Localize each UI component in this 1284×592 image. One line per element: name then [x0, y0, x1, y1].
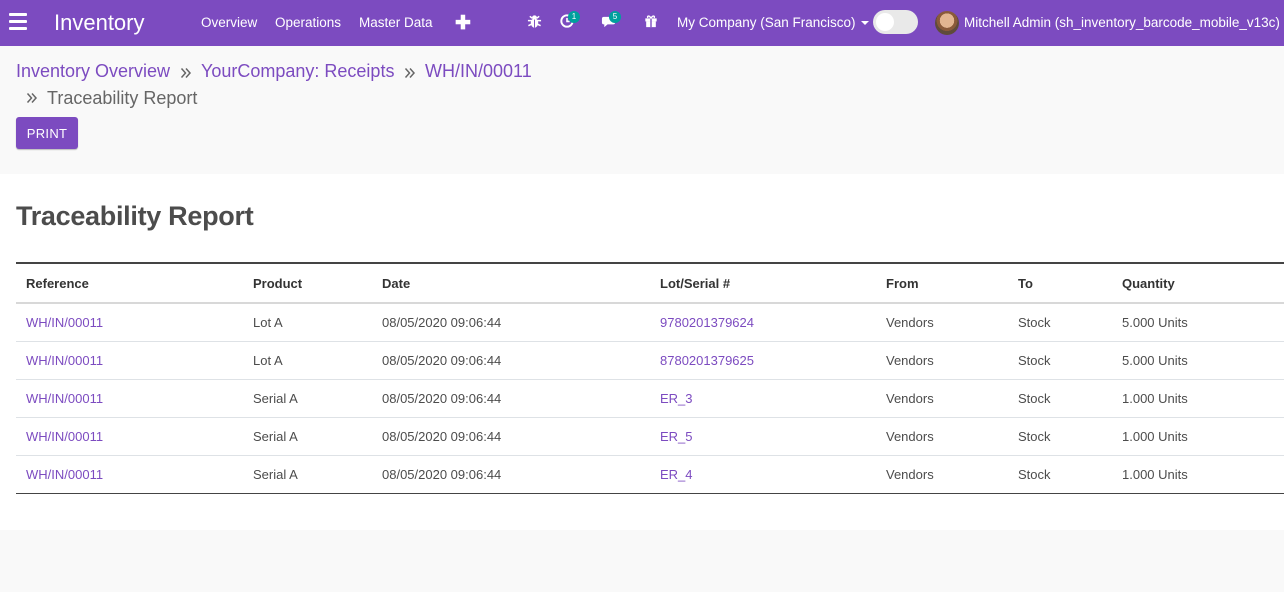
date-cell: 08/05/2020 09:06:44: [382, 390, 502, 406]
toggle-knob: [876, 13, 894, 31]
top-navbar: Inventory Overview Operations Master Dat…: [0, 0, 1284, 46]
menu-operations[interactable]: Operations: [275, 15, 341, 30]
app-name[interactable]: Inventory: [54, 10, 145, 36]
company-name: My Company (San Francisco): [677, 15, 856, 30]
quantity-cell: 1.000 Units: [1122, 390, 1188, 406]
product-cell: Serial A: [253, 466, 298, 482]
to-location-cell: Stock: [1018, 314, 1051, 330]
reference-link[interactable]: WH/IN/00011: [26, 315, 103, 330]
table-header-row: Reference Product Date Lot/Serial # From…: [16, 263, 1284, 303]
gift-icon[interactable]: [644, 14, 660, 30]
lot-serial-link[interactable]: 9780201379624: [660, 315, 754, 330]
table-row: WH/IN/00011 Serial A 08/05/2020 09:06:44…: [16, 417, 1284, 455]
messages-badge: 5: [609, 11, 621, 23]
product-cell: Serial A: [253, 428, 298, 444]
breadcrumb-current: Traceability Report: [47, 88, 198, 108]
menu-master-data[interactable]: Master Data: [359, 15, 433, 30]
messages-chat-icon[interactable]: 5: [601, 11, 621, 30]
product-cell: Lot A: [253, 314, 283, 330]
plus-icon[interactable]: ✚: [455, 12, 471, 35]
to-location-cell: Stock: [1018, 352, 1051, 368]
mode-toggle-switch[interactable]: [873, 10, 918, 34]
column-header-to: To: [1018, 275, 1033, 291]
breadcrumb-picking[interactable]: WH/IN/00011: [425, 61, 532, 82]
from-location-cell: Vendors: [886, 352, 934, 368]
to-location-cell: Stock: [1018, 390, 1051, 406]
control-panel: Inventory Overview YourCompany: Receipts…: [0, 46, 1284, 158]
breadcrumb-receipts[interactable]: YourCompany: Receipts: [201, 61, 394, 82]
date-cell: 08/05/2020 09:06:44: [382, 466, 502, 482]
column-header-product: Product: [253, 275, 303, 291]
activity-badge: 1: [568, 11, 580, 23]
lot-serial-link[interactable]: ER_4: [660, 467, 693, 482]
menu-overview[interactable]: Overview: [201, 15, 257, 30]
angle-double-right-icon: [26, 93, 38, 103]
from-location-cell: Vendors: [886, 428, 934, 444]
activity-clock-icon[interactable]: 1: [560, 11, 580, 30]
reference-link[interactable]: WH/IN/00011: [26, 429, 103, 444]
to-location-cell: Stock: [1018, 428, 1051, 444]
traceability-table: Reference Product Date Lot/Serial # From…: [16, 262, 1284, 494]
column-header-from: From: [886, 275, 919, 291]
table-row: WH/IN/00011 Lot A 08/05/2020 09:06:44 97…: [16, 303, 1284, 341]
table-row: WH/IN/00011 Serial A 08/05/2020 09:06:44…: [16, 379, 1284, 417]
breadcrumb-inventory-overview[interactable]: Inventory Overview: [16, 61, 170, 82]
lot-serial-link[interactable]: ER_3: [660, 391, 693, 406]
column-header-reference: Reference: [26, 275, 89, 291]
print-button[interactable]: PRINT: [16, 117, 78, 149]
from-location-cell: Vendors: [886, 314, 934, 330]
table-row: WH/IN/00011 Serial A 08/05/2020 09:06:44…: [16, 455, 1284, 493]
company-switcher[interactable]: My Company (San Francisco): [677, 15, 869, 30]
date-cell: 08/05/2020 09:06:44: [382, 428, 502, 444]
report-title: Traceability Report: [16, 201, 254, 231]
column-header-date: Date: [382, 275, 411, 291]
column-header-quantity: Quantity: [1122, 275, 1175, 291]
table-row: WH/IN/00011 Lot A 08/05/2020 09:06:44 87…: [16, 341, 1284, 379]
reference-link[interactable]: WH/IN/00011: [26, 391, 103, 406]
lot-serial-link[interactable]: 8780201379625: [660, 353, 754, 368]
product-cell: Serial A: [253, 390, 298, 406]
angle-double-right-icon: [404, 68, 416, 78]
quantity-cell: 1.000 Units: [1122, 428, 1188, 444]
user-menu[interactable]: Mitchell Admin (sh_inventory_barcode_mob…: [964, 15, 1280, 30]
debug-bug-icon[interactable]: [527, 14, 543, 30]
angle-double-right-icon: [180, 68, 192, 78]
date-cell: 08/05/2020 09:06:44: [382, 352, 502, 368]
product-cell: Lot A: [253, 352, 283, 368]
apps-menu-icon[interactable]: [9, 13, 27, 31]
quantity-cell: 5.000 Units: [1122, 314, 1188, 330]
reference-link[interactable]: WH/IN/00011: [26, 353, 103, 368]
date-cell: 08/05/2020 09:06:44: [382, 314, 502, 330]
from-location-cell: Vendors: [886, 390, 934, 406]
quantity-cell: 1.000 Units: [1122, 466, 1188, 482]
reference-link[interactable]: WH/IN/00011: [26, 467, 103, 482]
to-location-cell: Stock: [1018, 466, 1051, 482]
caret-down-icon: [860, 21, 869, 26]
user-avatar[interactable]: [935, 11, 959, 35]
quantity-cell: 5.000 Units: [1122, 352, 1188, 368]
from-location-cell: Vendors: [886, 466, 934, 482]
report-sheet: Traceability Report Reference Product Da…: [0, 174, 1284, 530]
lot-serial-link[interactable]: ER_5: [660, 429, 693, 444]
column-header-lot-serial: Lot/Serial #: [660, 275, 731, 291]
